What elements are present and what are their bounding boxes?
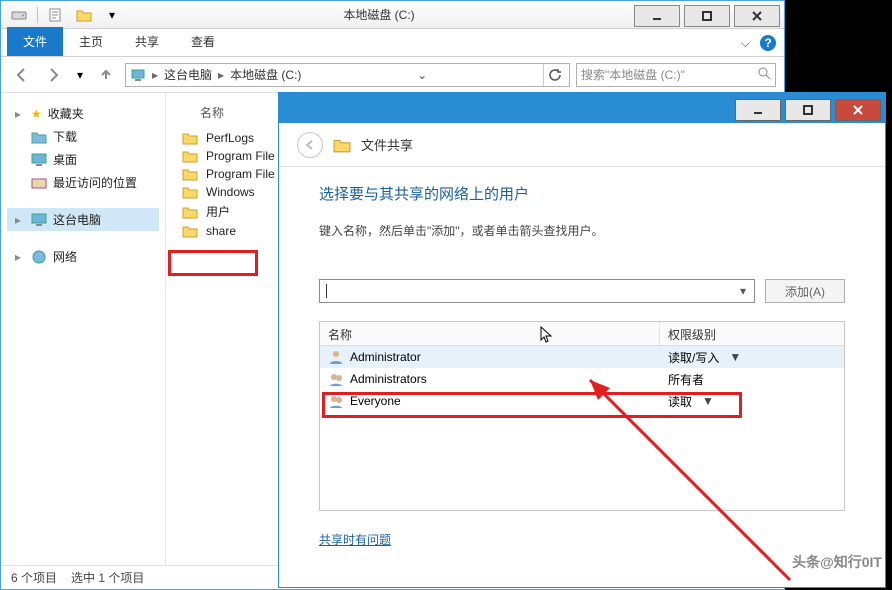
group-icon: [328, 393, 344, 409]
trouble-link-row: 共享时有问题: [319, 531, 845, 548]
user-name-combobox[interactable]: ▾: [319, 279, 755, 303]
tree-desktop[interactable]: 桌面: [7, 148, 159, 171]
breadcrumb-root[interactable]: 这台电脑: [164, 66, 212, 83]
share-heading: 选择要与其共享的网络上的用户: [319, 183, 845, 204]
share-maximize-button[interactable]: [785, 99, 831, 121]
explorer-title: 本地磁盘 (C:): [124, 6, 634, 23]
grid-row-everyone[interactable]: Everyone 读取▼: [320, 390, 844, 412]
cursor-icon: [540, 326, 554, 347]
share-header: 文件共享: [279, 123, 885, 167]
nav-tree: ▸★收藏夹 下载 桌面 最近访问的位置 ▸这台电脑 ▸网络: [1, 94, 166, 565]
text-cursor: [326, 284, 327, 298]
address-bar[interactable]: ▸ 这台电脑 ▸ 本地磁盘 (C:) ⌄: [125, 63, 570, 87]
folder-icon: [182, 167, 198, 181]
search-placeholder: 搜索"本地磁盘 (C:)": [581, 66, 685, 83]
folder-icon: [182, 149, 198, 163]
grid-row-administrator[interactable]: Administrator 读取/写入▼: [320, 346, 844, 368]
explorer-minimize-button[interactable]: [634, 5, 680, 27]
nav-history-dropdown[interactable]: ▾: [73, 62, 87, 88]
ribbon-tab-view[interactable]: 查看: [175, 27, 231, 56]
folder-icon: [182, 131, 198, 145]
grid-header-name[interactable]: 名称: [320, 322, 660, 345]
qat-dropdown-icon[interactable]: ▾: [100, 4, 124, 26]
drive-icon: [7, 4, 31, 26]
share-close-button[interactable]: [835, 99, 881, 121]
explorer-navbar: ▾ ▸ 这台电脑 ▸ 本地磁盘 (C:) ⌄ 搜索"本地磁盘 (C:)": [1, 57, 784, 93]
qat-properties-icon[interactable]: [44, 4, 68, 26]
ribbon-collapse-icon[interactable]: ⌵: [741, 36, 750, 51]
recent-icon: [31, 176, 47, 190]
nav-up-button[interactable]: [93, 62, 119, 88]
status-count: 6 个项目: [11, 569, 57, 586]
folder-icon: [182, 224, 198, 238]
folder-icon: [333, 137, 351, 153]
ribbon-tab-home[interactable]: 主页: [63, 27, 119, 56]
explorer-close-button[interactable]: [734, 5, 780, 27]
user-icon: [328, 349, 344, 365]
ribbon-tab-share[interactable]: 共享: [119, 27, 175, 56]
chevron-down-icon[interactable]: ▼: [702, 394, 714, 408]
chevron-down-icon[interactable]: ▾: [734, 282, 752, 300]
folder-icon: [182, 185, 198, 199]
tree-this-pc[interactable]: ▸这台电脑: [7, 208, 159, 231]
grid-header-perm[interactable]: 权限级别: [660, 322, 844, 345]
refresh-button[interactable]: [543, 64, 565, 86]
permissions-grid: 名称 权限级别 Administrator 读取/写入▼ Administrat…: [319, 321, 845, 511]
add-button[interactable]: 添加(A): [765, 279, 845, 303]
tree-network[interactable]: ▸网络: [7, 245, 159, 268]
computer-icon: [130, 67, 146, 83]
search-input[interactable]: 搜索"本地磁盘 (C:)": [576, 63, 776, 87]
star-icon: ★: [31, 107, 42, 121]
tree-downloads[interactable]: 下载: [7, 125, 159, 148]
group-icon: [328, 371, 344, 387]
share-minimize-button[interactable]: [735, 99, 781, 121]
desktop-icon: [31, 153, 47, 167]
tree-favorites[interactable]: ▸★收藏夹: [7, 102, 159, 125]
chevron-right-icon: ▸: [218, 68, 224, 82]
help-icon[interactable]: ?: [760, 35, 776, 51]
share-crumb-title: 文件共享: [361, 135, 413, 154]
annotation-highlight-share: [168, 250, 258, 276]
network-icon: [31, 250, 47, 264]
status-selection: 选中 1 个项目: [71, 569, 144, 586]
file-sharing-dialog: 文件共享 选择要与其共享的网络上的用户 键入名称，然后单击"添加"，或者单击箭头…: [278, 92, 886, 588]
nav-forward-button[interactable]: [41, 62, 67, 88]
explorer-maximize-button[interactable]: [684, 5, 730, 27]
ribbon: 文件 主页 共享 查看 ⌵ ?: [1, 29, 784, 57]
sharing-trouble-link[interactable]: 共享时有问题: [319, 533, 391, 547]
ribbon-tab-file[interactable]: 文件: [7, 27, 63, 56]
folder-icon: [31, 130, 47, 144]
address-dropdown-icon[interactable]: ⌄: [417, 68, 427, 82]
computer-icon: [31, 213, 47, 227]
share-hint: 键入名称，然后单击"添加"，或者单击箭头查找用户。: [319, 222, 845, 239]
folder-icon: [182, 205, 198, 219]
explorer-titlebar: ▾ 本地磁盘 (C:): [1, 1, 784, 29]
chevron-right-icon: ▸: [152, 68, 158, 82]
tree-recent[interactable]: 最近访问的位置: [7, 171, 159, 194]
watermark-text: 头条@知行0IT: [792, 552, 882, 572]
share-titlebar: [279, 93, 885, 123]
qat-newfolder-icon[interactable]: [72, 4, 96, 26]
nav-back-button[interactable]: [9, 62, 35, 88]
chevron-down-icon[interactable]: ▼: [729, 350, 741, 364]
breadcrumb-drive[interactable]: 本地磁盘 (C:): [230, 66, 301, 83]
search-icon: [757, 66, 771, 83]
grid-row-administrators[interactable]: Administrators 所有者: [320, 368, 844, 390]
share-back-button[interactable]: [297, 132, 323, 158]
